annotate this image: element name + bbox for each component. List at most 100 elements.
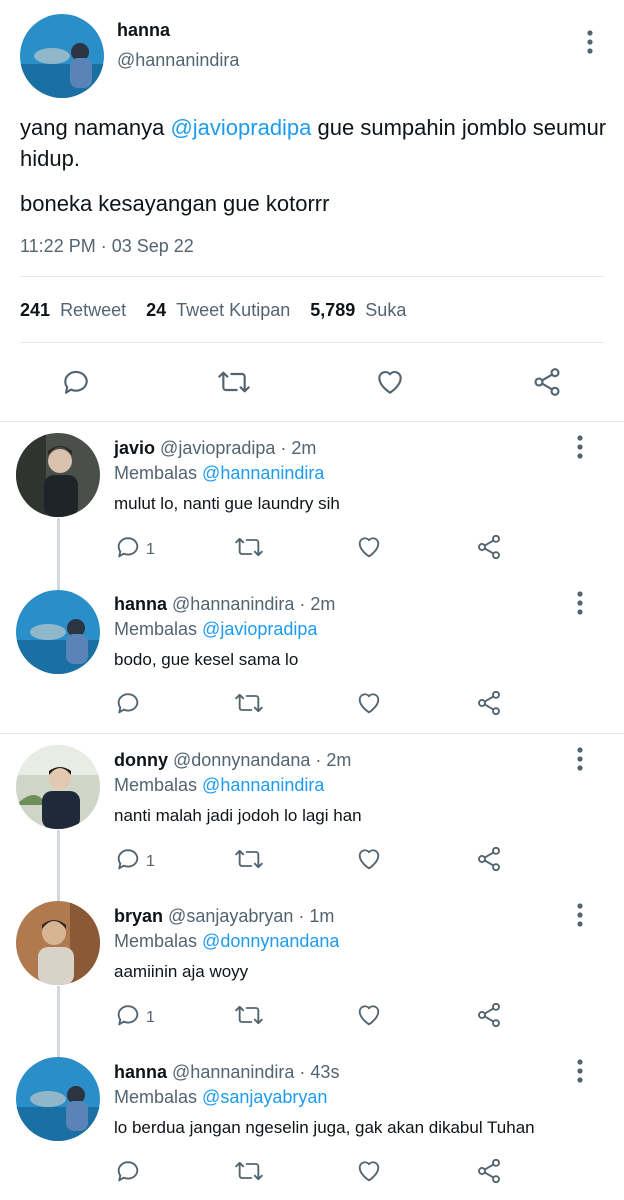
author-name[interactable]: hanna xyxy=(117,20,170,41)
share-button[interactable] xyxy=(475,689,503,717)
retweet-button[interactable] xyxy=(233,689,265,717)
like-stat[interactable]: 5,789 Suka xyxy=(310,300,406,321)
heart-icon xyxy=(358,849,380,870)
tweet-stats: 241 Retweet 24 Tweet Kutipan 5,789 Suka xyxy=(20,300,426,321)
avatar[interactable] xyxy=(16,1057,100,1141)
reply-author-name[interactable]: javio xyxy=(114,438,155,458)
tweet-timestamp[interactable]: 11:22 PM · 03 Sep 22 xyxy=(20,236,194,257)
heart-icon xyxy=(358,1161,380,1182)
share-button[interactable] xyxy=(475,1157,503,1185)
avatar-aquarium-image xyxy=(16,1057,100,1141)
reply-button[interactable]: 1 xyxy=(114,1001,155,1029)
reply-author-handle[interactable]: @hannanindira xyxy=(172,594,294,614)
reply-button[interactable]: 1 xyxy=(114,533,155,561)
reply-time[interactable]: · 2m xyxy=(315,750,351,770)
reply-text: aamiinin aja woyy xyxy=(114,962,249,981)
more-options-button[interactable] xyxy=(570,901,590,929)
reply-button[interactable]: 1 xyxy=(114,845,155,873)
reply-count: 1 xyxy=(146,853,155,870)
like-button[interactable] xyxy=(355,1001,383,1029)
retweet-button[interactable] xyxy=(233,1001,265,1029)
avatar-photo xyxy=(16,433,100,517)
retweet-icon xyxy=(218,371,250,393)
reply-button[interactable] xyxy=(114,689,146,717)
reply-header: bryan @sanjayabryan · 1m xyxy=(114,906,334,927)
replying-to-link[interactable]: @sanjayabryan xyxy=(202,1087,327,1107)
reply-icon xyxy=(117,1161,139,1182)
thread-line xyxy=(57,830,60,902)
share-button[interactable] xyxy=(475,845,503,873)
reply-button[interactable] xyxy=(60,366,92,398)
share-button[interactable] xyxy=(475,533,503,561)
share-button[interactable] xyxy=(475,1001,503,1029)
reply-time[interactable]: · 1m xyxy=(298,906,334,926)
reply-icon xyxy=(117,537,139,558)
retweet-icon xyxy=(235,849,263,869)
avatar-photo xyxy=(16,745,100,829)
reply-author-name[interactable]: bryan xyxy=(114,906,163,926)
avatar-aquarium-image xyxy=(16,590,100,674)
share-icon xyxy=(534,368,560,396)
reply-header: hanna @hannanindira · 2m xyxy=(114,594,335,615)
replying-to-link[interactable]: @javiopradipa xyxy=(202,619,317,639)
divider xyxy=(0,421,624,422)
retweet-button[interactable] xyxy=(233,533,265,561)
reply-time[interactable]: · 2m xyxy=(299,594,335,614)
like-button[interactable] xyxy=(355,1157,383,1185)
reply-header: javio @javiopradipa · 2m xyxy=(114,438,316,459)
more-options-button[interactable] xyxy=(580,28,600,56)
more-options-button[interactable] xyxy=(570,433,590,461)
more-options-button[interactable] xyxy=(570,1057,590,1085)
replying-to: Membalas @hannanindira xyxy=(114,775,325,795)
reply-author-name[interactable]: hanna xyxy=(114,1062,167,1082)
reply-icon xyxy=(117,849,139,870)
share-icon xyxy=(478,690,500,716)
quote-stat[interactable]: 24 Tweet Kutipan xyxy=(146,300,290,321)
retweet-button[interactable] xyxy=(216,366,252,398)
reply-icon xyxy=(117,1005,139,1026)
retweet-icon xyxy=(235,1161,263,1181)
divider xyxy=(0,733,624,734)
more-options-button[interactable] xyxy=(570,745,590,773)
more-vertical-icon xyxy=(577,747,583,771)
replying-to: Membalas @sanjayabryan xyxy=(114,1087,328,1107)
like-button[interactable] xyxy=(355,533,383,561)
replying-to-link[interactable]: @hannanindira xyxy=(202,463,324,483)
share-button[interactable] xyxy=(530,366,564,398)
reply-author-handle[interactable]: @hannanindira xyxy=(172,1062,294,1082)
replying-to: Membalas @donnynandana xyxy=(114,931,340,951)
like-button[interactable] xyxy=(355,845,383,873)
author-handle[interactable]: @hannanindira xyxy=(117,50,239,71)
more-options-button[interactable] xyxy=(570,589,590,617)
reply-author-name[interactable]: hanna xyxy=(114,594,167,614)
thread-line xyxy=(57,986,60,1058)
retweet-button[interactable] xyxy=(233,845,265,873)
avatar[interactable] xyxy=(16,901,100,985)
reply-time[interactable]: · 2m xyxy=(280,438,316,458)
reply-button[interactable] xyxy=(114,1157,146,1185)
reply-header: hanna @hannanindira · 43s xyxy=(114,1062,339,1083)
replying-to-link[interactable]: @hannanindira xyxy=(202,775,324,795)
replying-to: Membalas @javiopradipa xyxy=(114,619,318,639)
mention-link[interactable]: @javiopradipa xyxy=(170,115,311,140)
share-icon xyxy=(478,1158,500,1184)
replying-to-link[interactable]: @donnynandana xyxy=(202,931,339,951)
reply-author-handle[interactable]: @sanjayabryan xyxy=(168,906,293,926)
reply-author-name[interactable]: donny xyxy=(114,750,168,770)
like-button[interactable] xyxy=(355,689,383,717)
like-button[interactable] xyxy=(373,366,407,398)
retweet-button[interactable] xyxy=(233,1157,265,1185)
avatar[interactable] xyxy=(16,433,100,517)
avatar-photo xyxy=(16,901,100,985)
reply-author-handle[interactable]: @donnynandana xyxy=(173,750,310,770)
reply-time[interactable]: · 43s xyxy=(299,1062,339,1082)
reply-author-handle[interactable]: @javiopradipa xyxy=(160,438,275,458)
share-icon xyxy=(478,534,500,560)
retweet-stat[interactable]: 241 Retweet xyxy=(20,300,126,321)
avatar[interactable] xyxy=(16,745,100,829)
avatar[interactable] xyxy=(20,14,104,98)
avatar[interactable] xyxy=(16,590,100,674)
more-vertical-icon xyxy=(577,1059,583,1083)
heart-icon xyxy=(358,1005,380,1026)
reply-text: nanti malah jadi jodoh lo lagi han xyxy=(114,806,362,825)
